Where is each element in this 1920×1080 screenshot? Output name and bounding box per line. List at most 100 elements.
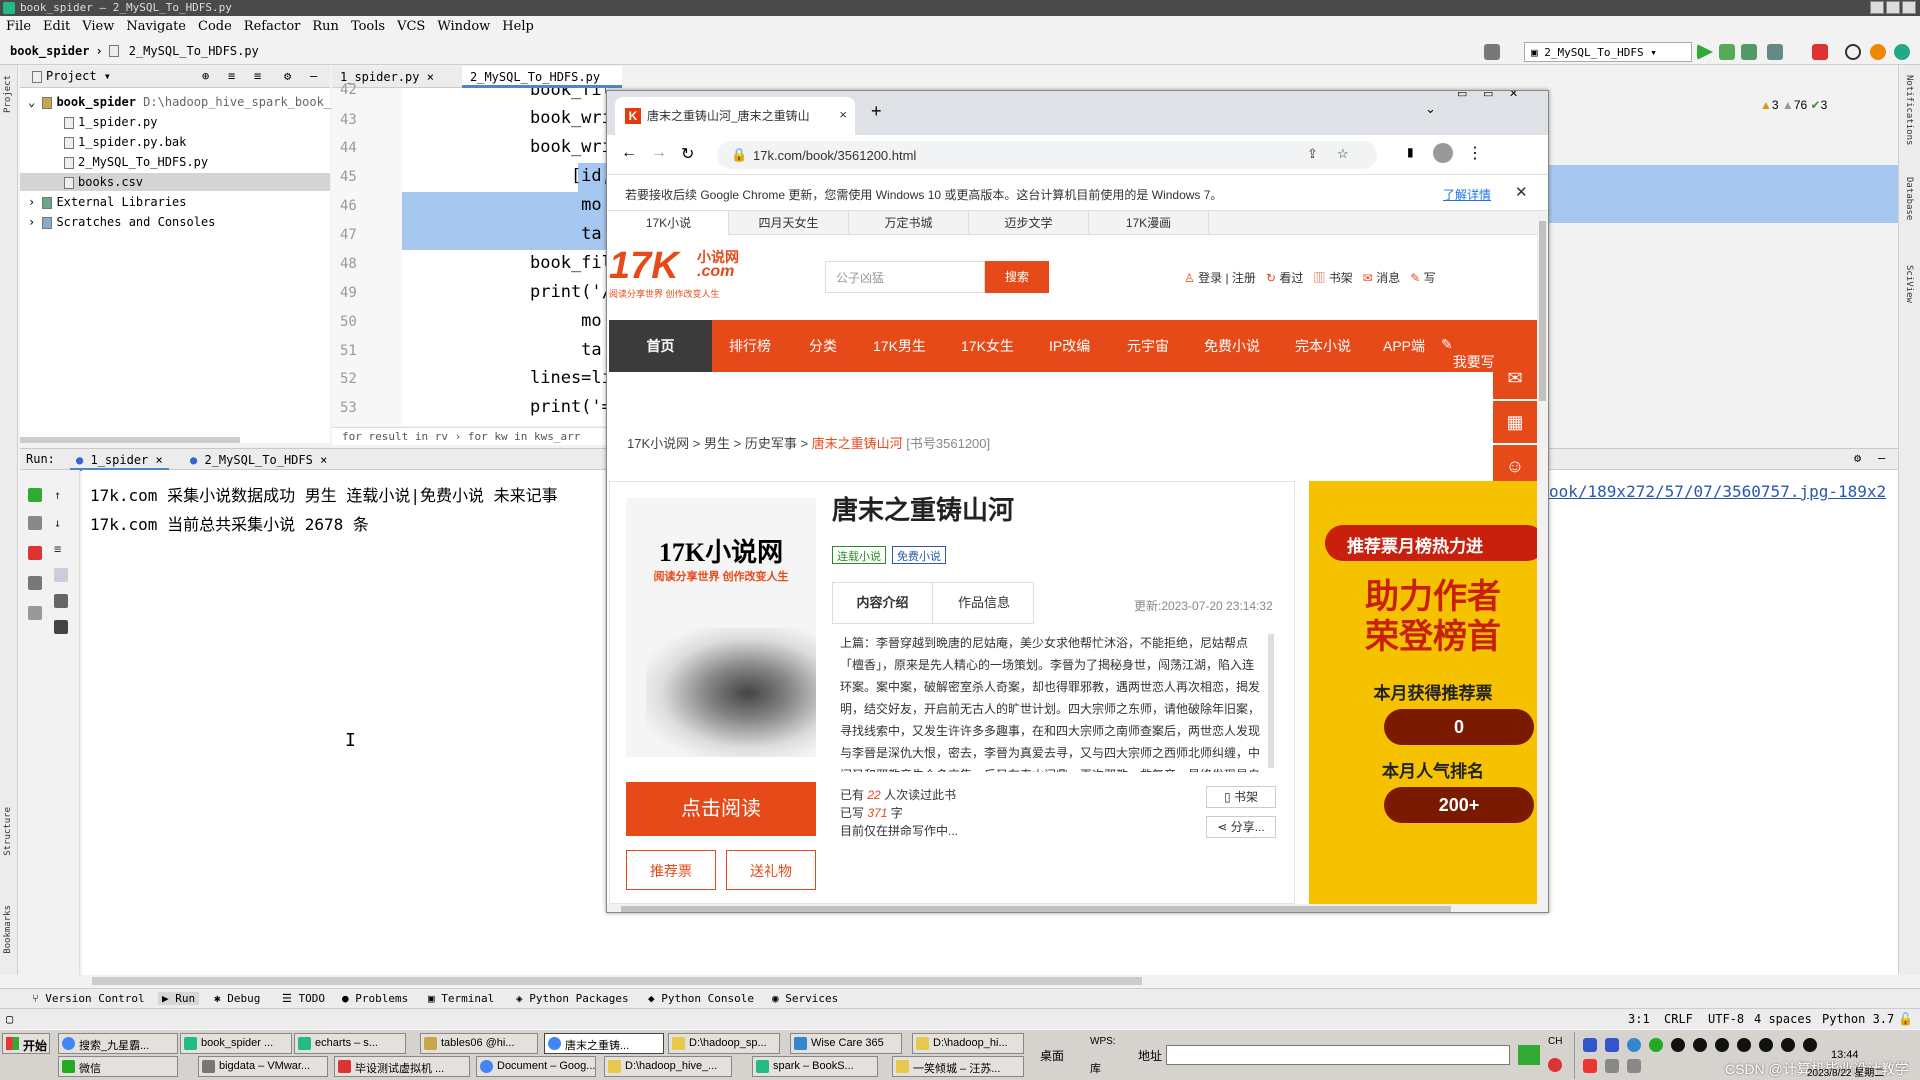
up-icon[interactable]: ↑ (54, 488, 68, 502)
nav-file[interactable]: 2_MySQL_To_HDFS.py (129, 44, 259, 58)
site-search-input[interactable]: 公子凶猛 (825, 261, 985, 293)
nav-ranking[interactable]: 排行榜 (729, 336, 771, 356)
chrome-minimize-button[interactable]: ▭ (1457, 91, 1467, 100)
qq-icon[interactable] (1671, 1038, 1685, 1052)
cloud-icon[interactable] (1627, 1038, 1641, 1052)
menu-tools[interactable]: Tools (345, 17, 391, 37)
tree-file-selected[interactable]: books.csv (20, 173, 330, 191)
close-tab-icon[interactable]: × (839, 107, 847, 122)
taskbar-address-input[interactable] (1166, 1045, 1510, 1065)
trash-icon[interactable] (54, 620, 68, 634)
print-icon[interactable] (54, 594, 68, 608)
subnav-17k[interactable]: 17K小说 (609, 211, 729, 235)
menu-file[interactable]: File (0, 17, 37, 37)
browser-horizontal-scrollbar[interactable] (607, 904, 1548, 912)
forward-icon[interactable]: → (651, 144, 667, 162)
status-caret-position[interactable]: 3:1 (1628, 1012, 1650, 1026)
database-tool-tab[interactable]: Database (1904, 177, 1914, 220)
task-chrome-search[interactable]: 搜索_九星霸... (58, 1033, 178, 1054)
tag-free[interactable]: 免费小说 (892, 546, 946, 564)
project-tool-tab[interactable]: Project (3, 75, 13, 113)
pin-icon[interactable] (28, 606, 42, 620)
desktop-toolbar[interactable]: 桌面 (1040, 1047, 1064, 1064)
horizontal-scrollbar[interactable] (92, 977, 1142, 985)
volume-icon[interactable] (1627, 1059, 1641, 1073)
console-link[interactable]: ook/189x272/57/07/3560757.jpg-189x2 (1549, 482, 1886, 501)
stop-icon[interactable] (28, 546, 42, 560)
task-spark[interactable]: spark – BookS... (752, 1056, 878, 1077)
wechat-icon[interactable] (1649, 1038, 1663, 1052)
message-link[interactable]: 消息 (1376, 271, 1400, 285)
sciview-tool-tab[interactable]: SciView (1904, 265, 1914, 303)
bookmarks-tool-tab[interactable]: Bookmarks (3, 905, 13, 954)
menu-view[interactable]: View (76, 17, 120, 37)
history-link[interactable]: 看过 (1279, 271, 1303, 285)
shield-icon[interactable] (1583, 1038, 1597, 1052)
task-chrome-book[interactable]: 唐末之重铸... (544, 1033, 664, 1054)
task-vm-test[interactable]: 毕设测试虚拟机 ... (334, 1056, 470, 1077)
nav-free[interactable]: 免费小说 (1204, 336, 1260, 356)
bc-male[interactable]: 男生 (704, 436, 730, 451)
go-icon[interactable] (1518, 1045, 1540, 1065)
chrome-menu-icon[interactable]: ⋮ (1467, 143, 1483, 163)
subnav-april[interactable]: 四月天女生 (729, 211, 849, 235)
scroll-to-end-icon[interactable] (54, 568, 68, 582)
collapse-all-icon[interactable]: ≡ (254, 69, 261, 83)
book-description-box[interactable]: 上篇：李晉穿越到晩唐的尼姑庵，美少女求他帮忙沐浴，不能拒绝，尼姑帮点「檀香」，原… (832, 632, 1276, 772)
rerun-icon[interactable] (28, 488, 42, 502)
info-learn-more-link[interactable]: 了解详情 (1443, 186, 1491, 203)
description-scrollbar[interactable] (1268, 634, 1274, 768)
share-icon[interactable]: ⇪ (1307, 146, 1318, 162)
tool-problems[interactable]: ● Problems (342, 992, 408, 1005)
maximize-button[interactable] (1886, 1, 1900, 14)
stop-icon[interactable] (1812, 44, 1828, 60)
subnav-maibu[interactable]: 迈步文学 (969, 211, 1089, 235)
tag-serial[interactable]: 连载小说 (832, 546, 886, 564)
back-icon[interactable]: ← (621, 144, 637, 162)
lock-icon[interactable]: 🔓 (1898, 1012, 1913, 1026)
clock-date[interactable]: 2023/8/22 星期二 (1807, 1064, 1884, 1079)
task-folder-hadoop-hive[interactable]: D:\hadoop_hive_... (604, 1056, 732, 1077)
star-icon[interactable]: ☆ (1337, 146, 1349, 162)
vote-ad-banner[interactable]: 推荐票月榜热力进 助力作者 荣登榜首 本月获得推荐票 0 本月人气排名 200+ (1309, 481, 1537, 904)
tab-intro[interactable]: 内容介绍 (833, 583, 933, 623)
tool-python-packages[interactable]: ◈ Python Packages (516, 992, 629, 1005)
user-icon[interactable] (1484, 44, 1500, 60)
nav-project[interactable]: book_spider (10, 44, 89, 58)
book-cover[interactable]: 17K小说网 阅读分享世界 创作改变人生 (626, 498, 816, 757)
soft-wrap-icon[interactable]: ≡ (54, 542, 68, 556)
network-icon[interactable] (1605, 1059, 1619, 1073)
nav-home[interactable]: 首页 (609, 320, 712, 372)
project-panel-title[interactable]: Project (46, 69, 97, 83)
tool-services[interactable]: ◉ Services (772, 992, 838, 1005)
bc-home[interactable]: 17K小说网 (627, 436, 689, 451)
language-indicator[interactable]: CH (1548, 1036, 1562, 1047)
tree-file[interactable]: 2_MySQL_To_HDFS.py (64, 153, 208, 171)
scroll-thumb[interactable] (621, 906, 1451, 912)
start-button[interactable]: 开始 (2, 1033, 50, 1054)
reload-icon[interactable]: ↻ (681, 144, 694, 164)
side-panel-icon[interactable]: ▮ (1407, 145, 1414, 159)
profile-icon[interactable] (1767, 44, 1783, 60)
inspection-widget[interactable]: ▲3 ▲76 ✔3 (1760, 98, 1827, 112)
register-link[interactable]: 注册 (1232, 271, 1256, 285)
qrcode-icon[interactable]: ▦ (1493, 401, 1537, 443)
wechat-icon[interactable]: ✉ (1493, 357, 1537, 399)
gear-icon[interactable]: ⚙ (1854, 451, 1861, 465)
recommend-vote-button[interactable]: 推荐票 (626, 850, 716, 890)
wps-toolbar[interactable]: WPS: (1090, 1036, 1116, 1047)
read-now-button[interactable]: 点击阅读 (626, 782, 816, 836)
menu-navigate[interactable]: Navigate (120, 17, 192, 37)
menu-run[interactable]: Run (306, 17, 345, 37)
status-layout-icon[interactable]: ▢ (6, 1012, 13, 1026)
tool-python-console[interactable]: ◆ Python Console (648, 992, 754, 1005)
status-interpreter[interactable]: Python 3.7 (1822, 1012, 1894, 1026)
tool-todo[interactable]: ☰ TODO (282, 992, 325, 1005)
expand-all-icon[interactable]: ≡ (228, 69, 235, 83)
new-tab-icon[interactable]: + (871, 101, 882, 122)
nav-category[interactable]: 分类 (809, 336, 837, 356)
address-bar[interactable]: 🔒 17k.com/book/3561200.html ☆ ⇪ (717, 141, 1377, 169)
qq-icon[interactable] (1715, 1038, 1729, 1052)
qq-icon[interactable] (1781, 1038, 1795, 1052)
chrome-close-button[interactable]: ✕ (1509, 91, 1518, 100)
